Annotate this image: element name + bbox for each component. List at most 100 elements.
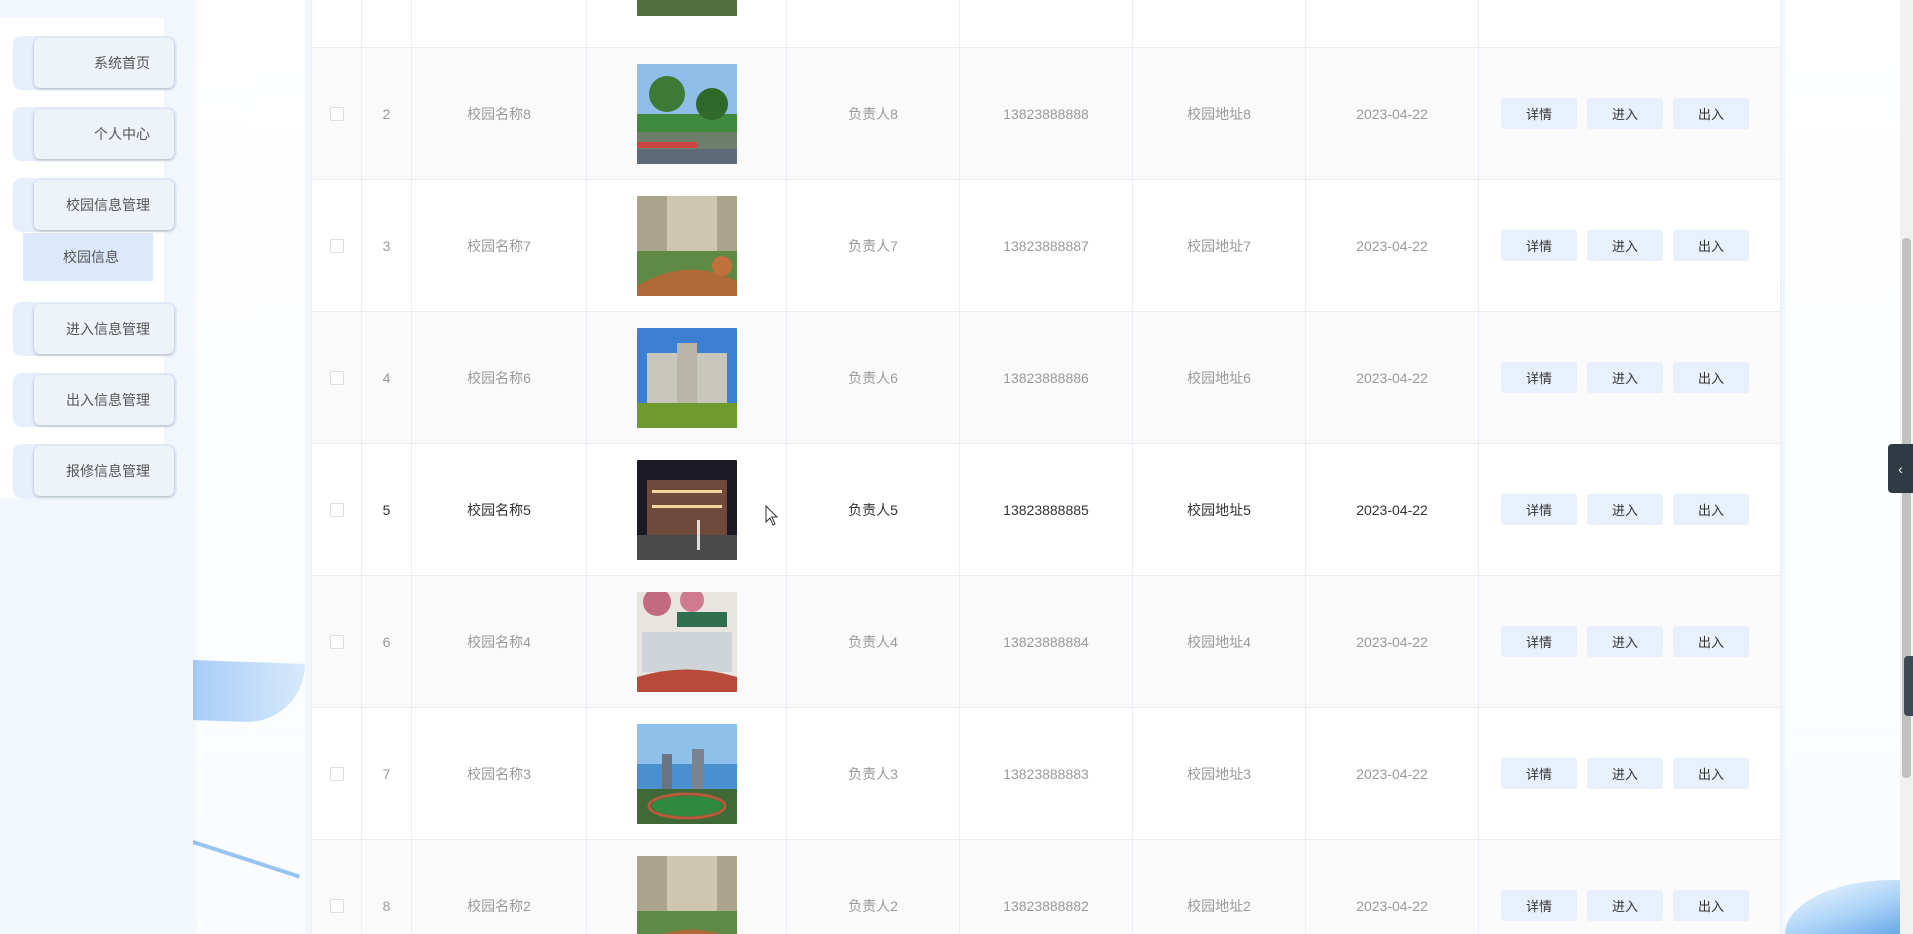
campus-address: 校园地址2 bbox=[1133, 840, 1306, 934]
exit-button[interactable]: 出入 bbox=[1673, 758, 1749, 789]
campus-name: 校园名称7 bbox=[412, 180, 587, 311]
table-row bbox=[312, 0, 1780, 48]
campus-phone: 13823888884 bbox=[960, 576, 1133, 707]
row-actions: 详情 进入 出入 bbox=[1479, 840, 1780, 934]
campus-image-cell bbox=[587, 180, 787, 311]
campus-date: 2023-04-22 bbox=[1306, 576, 1479, 707]
campus-date: 2023-04-22 bbox=[1306, 312, 1479, 443]
row-checkbox[interactable] bbox=[329, 898, 344, 913]
campus-image-cell bbox=[587, 48, 787, 179]
campus-image bbox=[636, 591, 737, 692]
row-checkbox-cell bbox=[312, 444, 362, 575]
table-cell bbox=[412, 0, 587, 47]
campus-person: 负责人8 bbox=[787, 48, 960, 179]
table-cell bbox=[1479, 0, 1780, 47]
table-cell bbox=[312, 0, 362, 47]
campus-image bbox=[636, 195, 737, 296]
detail-button[interactable]: 详情 bbox=[1501, 758, 1577, 789]
background-wave-line bbox=[192, 840, 301, 879]
campus-date: 2023-04-22 bbox=[1306, 180, 1479, 311]
row-checkbox[interactable] bbox=[329, 502, 344, 517]
row-checkbox[interactable] bbox=[329, 106, 344, 121]
campus-image bbox=[636, 63, 737, 164]
campus-address: 校园地址6 bbox=[1133, 312, 1306, 443]
sidebar-item-label: 报修信息管理 bbox=[34, 446, 174, 496]
enter-button[interactable]: 进入 bbox=[1587, 626, 1663, 657]
row-checkbox-cell bbox=[312, 312, 362, 443]
exit-button[interactable]: 出入 bbox=[1673, 98, 1749, 129]
detail-button[interactable]: 详情 bbox=[1501, 890, 1577, 921]
campus-address: 校园地址7 bbox=[1133, 180, 1306, 311]
sidebar-subitem-campus-info[interactable]: 校园信息 bbox=[23, 233, 153, 281]
row-checkbox[interactable] bbox=[329, 238, 344, 253]
campus-address: 校园地址5 bbox=[1133, 444, 1306, 575]
campus-phone: 13823888885 bbox=[960, 444, 1133, 575]
campus-name: 校园名称6 bbox=[412, 312, 587, 443]
row-actions: 详情 进入 出入 bbox=[1479, 312, 1780, 443]
table-row: 2 校园名称8 负责人8 13823888888 校园地址8 2023-04-2… bbox=[312, 48, 1780, 180]
campus-image-cell bbox=[587, 576, 787, 707]
row-actions: 详情 进入 出入 bbox=[1479, 708, 1780, 839]
sidebar: 系统首页 个人中心 校园信息管理 校园信息 进入信息管理 出入信息管理 报修信息… bbox=[0, 0, 193, 934]
exit-button[interactable]: 出入 bbox=[1673, 230, 1749, 261]
sidebar-item-exit-management[interactable]: 出入信息管理 bbox=[13, 373, 177, 427]
campus-date: 2023-04-22 bbox=[1306, 840, 1479, 934]
row-checkbox-cell bbox=[312, 180, 362, 311]
campus-image-cell bbox=[587, 708, 787, 839]
detail-button[interactable]: 详情 bbox=[1501, 494, 1577, 525]
campus-name: 校园名称8 bbox=[412, 48, 587, 179]
sidebar-item-home[interactable]: 系统首页 bbox=[13, 36, 177, 90]
sidebar-item-entry-management[interactable]: 进入信息管理 bbox=[13, 302, 177, 356]
sidebar-item-repair-management[interactable]: 报修信息管理 bbox=[13, 444, 177, 498]
detail-button[interactable]: 详情 bbox=[1501, 230, 1577, 261]
exit-button[interactable]: 出入 bbox=[1673, 362, 1749, 393]
row-index: 5 bbox=[362, 444, 412, 575]
table-cell bbox=[362, 0, 412, 47]
detail-button[interactable]: 详情 bbox=[1501, 362, 1577, 393]
enter-button[interactable]: 进入 bbox=[1587, 98, 1663, 129]
row-checkbox-cell bbox=[312, 708, 362, 839]
row-actions: 详情 进入 出入 bbox=[1479, 180, 1780, 311]
side-panel-tab[interactable] bbox=[1904, 656, 1913, 716]
campus-phone: 13823888883 bbox=[960, 708, 1133, 839]
exit-button[interactable]: 出入 bbox=[1673, 494, 1749, 525]
campus-image bbox=[636, 327, 737, 428]
campus-image bbox=[636, 723, 737, 824]
enter-button[interactable]: 进入 bbox=[1587, 230, 1663, 261]
row-index: 4 bbox=[362, 312, 412, 443]
sidebar-item-profile[interactable]: 个人中心 bbox=[13, 107, 177, 161]
detail-button[interactable]: 详情 bbox=[1501, 626, 1577, 657]
table-row: 8 校园名称2 负责人2 13823888882 校园地址2 2023-04-2… bbox=[312, 840, 1780, 934]
campus-person: 负责人3 bbox=[787, 708, 960, 839]
sidebar-item-label: 进入信息管理 bbox=[34, 304, 174, 354]
campus-person: 负责人4 bbox=[787, 576, 960, 707]
campus-date: 2023-04-22 bbox=[1306, 708, 1479, 839]
row-checkbox[interactable] bbox=[329, 766, 344, 781]
enter-button[interactable]: 进入 bbox=[1587, 758, 1663, 789]
exit-button[interactable]: 出入 bbox=[1673, 890, 1749, 921]
row-actions: 详情 进入 出入 bbox=[1479, 576, 1780, 707]
campus-image-cell bbox=[587, 312, 787, 443]
table-cell bbox=[960, 0, 1133, 47]
campus-image bbox=[636, 459, 737, 560]
campus-name: 校园名称4 bbox=[412, 576, 587, 707]
row-index: 8 bbox=[362, 840, 412, 934]
campus-phone: 13823888886 bbox=[960, 312, 1133, 443]
campus-person: 负责人7 bbox=[787, 180, 960, 311]
enter-button[interactable]: 进入 bbox=[1587, 362, 1663, 393]
row-index: 7 bbox=[362, 708, 412, 839]
row-index: 6 bbox=[362, 576, 412, 707]
row-checkbox[interactable] bbox=[329, 370, 344, 385]
enter-button[interactable]: 进入 bbox=[1587, 890, 1663, 921]
row-actions: 详情 进入 出入 bbox=[1479, 48, 1780, 179]
chevron-left-icon[interactable]: ‹ bbox=[1888, 444, 1913, 493]
background-wave bbox=[193, 660, 305, 724]
sidebar-item-campus-management[interactable]: 校园信息管理 bbox=[13, 178, 177, 232]
exit-button[interactable]: 出入 bbox=[1673, 626, 1749, 657]
table-row: 7 校园名称3 负责人3 13823888883 校园地址3 2023-04-2… bbox=[312, 708, 1780, 840]
campus-name: 校园名称2 bbox=[412, 840, 587, 934]
detail-button[interactable]: 详情 bbox=[1501, 98, 1577, 129]
row-checkbox[interactable] bbox=[329, 634, 344, 649]
enter-button[interactable]: 进入 bbox=[1587, 494, 1663, 525]
campus-name: 校园名称5 bbox=[412, 444, 587, 575]
